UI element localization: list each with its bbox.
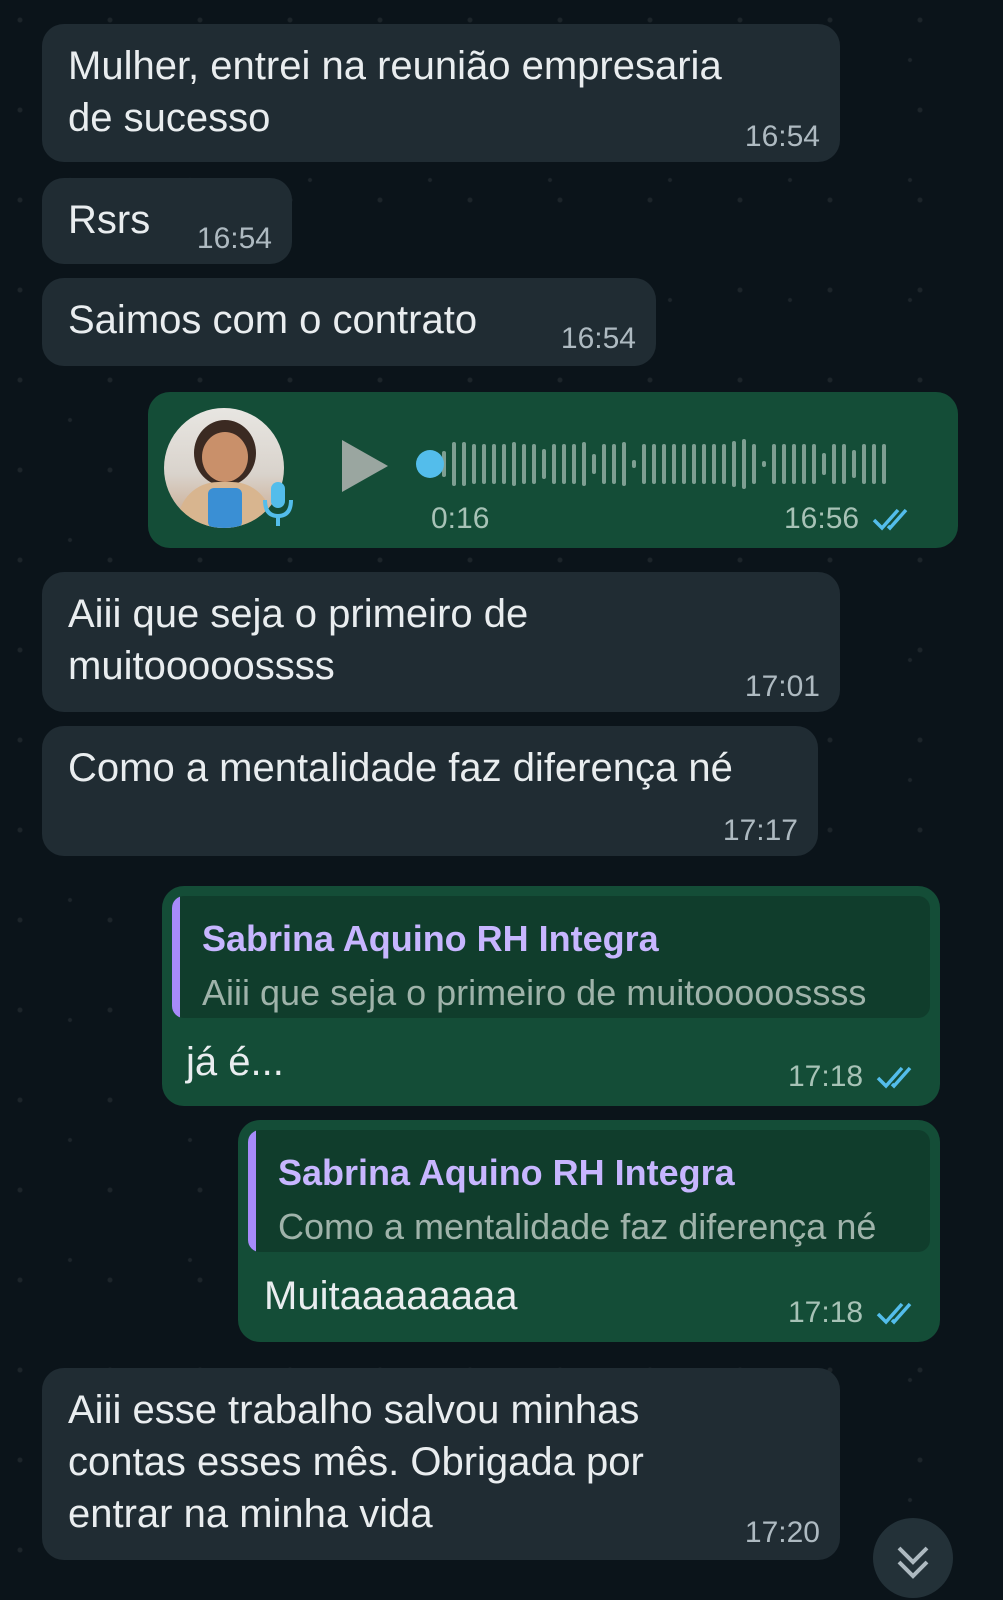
waveform-bar xyxy=(542,449,546,479)
waveform-bar xyxy=(742,439,746,489)
outgoing-reply-message[interactable]: Sabrina Aquino RH Integra Aiii que seja … xyxy=(162,886,940,1106)
waveform-bar xyxy=(522,444,526,484)
message-time: 16:54 xyxy=(744,120,820,153)
waveform-bar xyxy=(652,444,656,484)
message-text: Como a mentalidade faz diferença né xyxy=(68,746,733,790)
waveform-bar xyxy=(512,442,516,486)
waveform-bar xyxy=(702,444,706,484)
waveform-bar xyxy=(562,444,566,484)
waveform-bar xyxy=(642,444,646,484)
double-check-icon xyxy=(876,1066,912,1089)
incoming-message[interactable]: Como a mentalidade faz diferença né 17:1… xyxy=(42,726,818,856)
message-time: 17:17 xyxy=(722,814,798,847)
voice-waveform[interactable] xyxy=(416,434,906,494)
quote-text: Como a mentalidade faz diferença né xyxy=(278,1206,877,1247)
incoming-message[interactable]: Aiii que seja o primeiro de muitooooosss… xyxy=(42,572,840,712)
message-text: Rsrs xyxy=(68,198,151,242)
message-time: 16:54 xyxy=(196,222,272,255)
quote-accent-bar xyxy=(248,1130,256,1252)
waveform-bar xyxy=(622,442,626,486)
message-time: 16:54 xyxy=(560,322,636,355)
message-text: Aiii que seja o primeiro de muitooooosss… xyxy=(68,592,529,688)
waveform-bar xyxy=(492,444,496,484)
incoming-message[interactable]: Mulher, entrei na reunião empresaria de … xyxy=(42,24,840,162)
incoming-message[interactable]: Saimos com o contrato 16:54 xyxy=(42,278,656,366)
message-text: já é... xyxy=(186,1040,284,1084)
message-time: 17:18 xyxy=(788,1296,864,1329)
waveform-bar xyxy=(472,444,476,484)
waveform-bar xyxy=(732,441,736,487)
quoted-message[interactable]: Sabrina Aquino RH Integra Como a mentali… xyxy=(248,1130,930,1252)
message-time: 17:01 xyxy=(744,670,820,703)
waveform-bar xyxy=(852,450,856,478)
quote-author: Sabrina Aquino RH Integra xyxy=(278,1152,735,1193)
waveform-bar xyxy=(792,444,796,484)
waveform-bar xyxy=(502,444,506,484)
waveform-bar xyxy=(862,444,866,484)
outgoing-voice-message[interactable]: 0:16 16:56 xyxy=(148,392,958,548)
message-time: 17:18 xyxy=(788,1060,864,1093)
incoming-message[interactable]: Rsrs 16:54 xyxy=(42,178,292,264)
voice-duration: 0:16 xyxy=(431,502,490,535)
waveform-bar xyxy=(572,444,576,484)
incoming-message[interactable]: Aiii esse trabalho salvou minhas contas … xyxy=(42,1368,840,1560)
waveform-bar xyxy=(582,442,586,486)
waveform-bar xyxy=(682,444,686,484)
message-text: Muitaaaaaaaa xyxy=(264,1274,518,1318)
waveform-bar xyxy=(612,444,616,484)
message-time: 17:20 xyxy=(744,1516,820,1549)
message-time: 16:56 xyxy=(784,502,860,535)
message-text: Saimos com o contrato xyxy=(68,298,478,342)
quoted-message[interactable]: Sabrina Aquino RH Integra Aiii que seja … xyxy=(172,896,930,1018)
waveform-bar xyxy=(482,444,486,484)
waveform-bar xyxy=(592,454,596,474)
double-check-icon xyxy=(876,1302,912,1325)
waveform-bar xyxy=(812,444,816,484)
waveform-bar xyxy=(762,461,766,467)
double-check-icon xyxy=(872,508,908,531)
quote-accent-bar xyxy=(172,896,180,1018)
waveform-bar xyxy=(632,460,636,468)
waveform-bar xyxy=(832,444,836,484)
chevron-down-icon xyxy=(897,1546,929,1579)
microphone-icon xyxy=(260,480,296,533)
outgoing-reply-message[interactable]: Sabrina Aquino RH Integra Como a mentali… xyxy=(238,1120,940,1342)
waveform-bar xyxy=(842,444,846,484)
waveform-bar xyxy=(672,444,676,484)
message-text: Aiii esse trabalho salvou minhas contas … xyxy=(68,1388,644,1536)
message-text: Mulher, entrei na reunião empresaria de … xyxy=(68,44,722,140)
waveform-bar xyxy=(752,444,756,484)
quote-text: Aiii que seja o primeiro de muitooooosss… xyxy=(202,972,867,1013)
playback-position-dot[interactable] xyxy=(416,450,444,478)
play-button[interactable] xyxy=(336,436,392,501)
waveform-bar xyxy=(602,444,606,484)
waveform-bar xyxy=(712,444,716,484)
waveform-bar xyxy=(882,444,886,484)
play-icon xyxy=(342,440,388,492)
scroll-to-bottom-button[interactable] xyxy=(873,1518,953,1598)
waveform-bar xyxy=(692,444,696,484)
waveform-bar xyxy=(782,444,786,484)
waveform-bar xyxy=(802,444,806,484)
waveform-bar xyxy=(662,444,666,484)
quote-author: Sabrina Aquino RH Integra xyxy=(202,918,659,959)
waveform-bar xyxy=(462,442,466,486)
waveform-bar xyxy=(772,444,776,484)
waveform-bar xyxy=(552,444,556,484)
waveform-bar xyxy=(452,442,456,486)
waveform-bar xyxy=(872,444,876,484)
waveform-bar xyxy=(722,444,726,484)
waveform-bar xyxy=(822,453,826,475)
waveform-bar xyxy=(532,444,536,484)
